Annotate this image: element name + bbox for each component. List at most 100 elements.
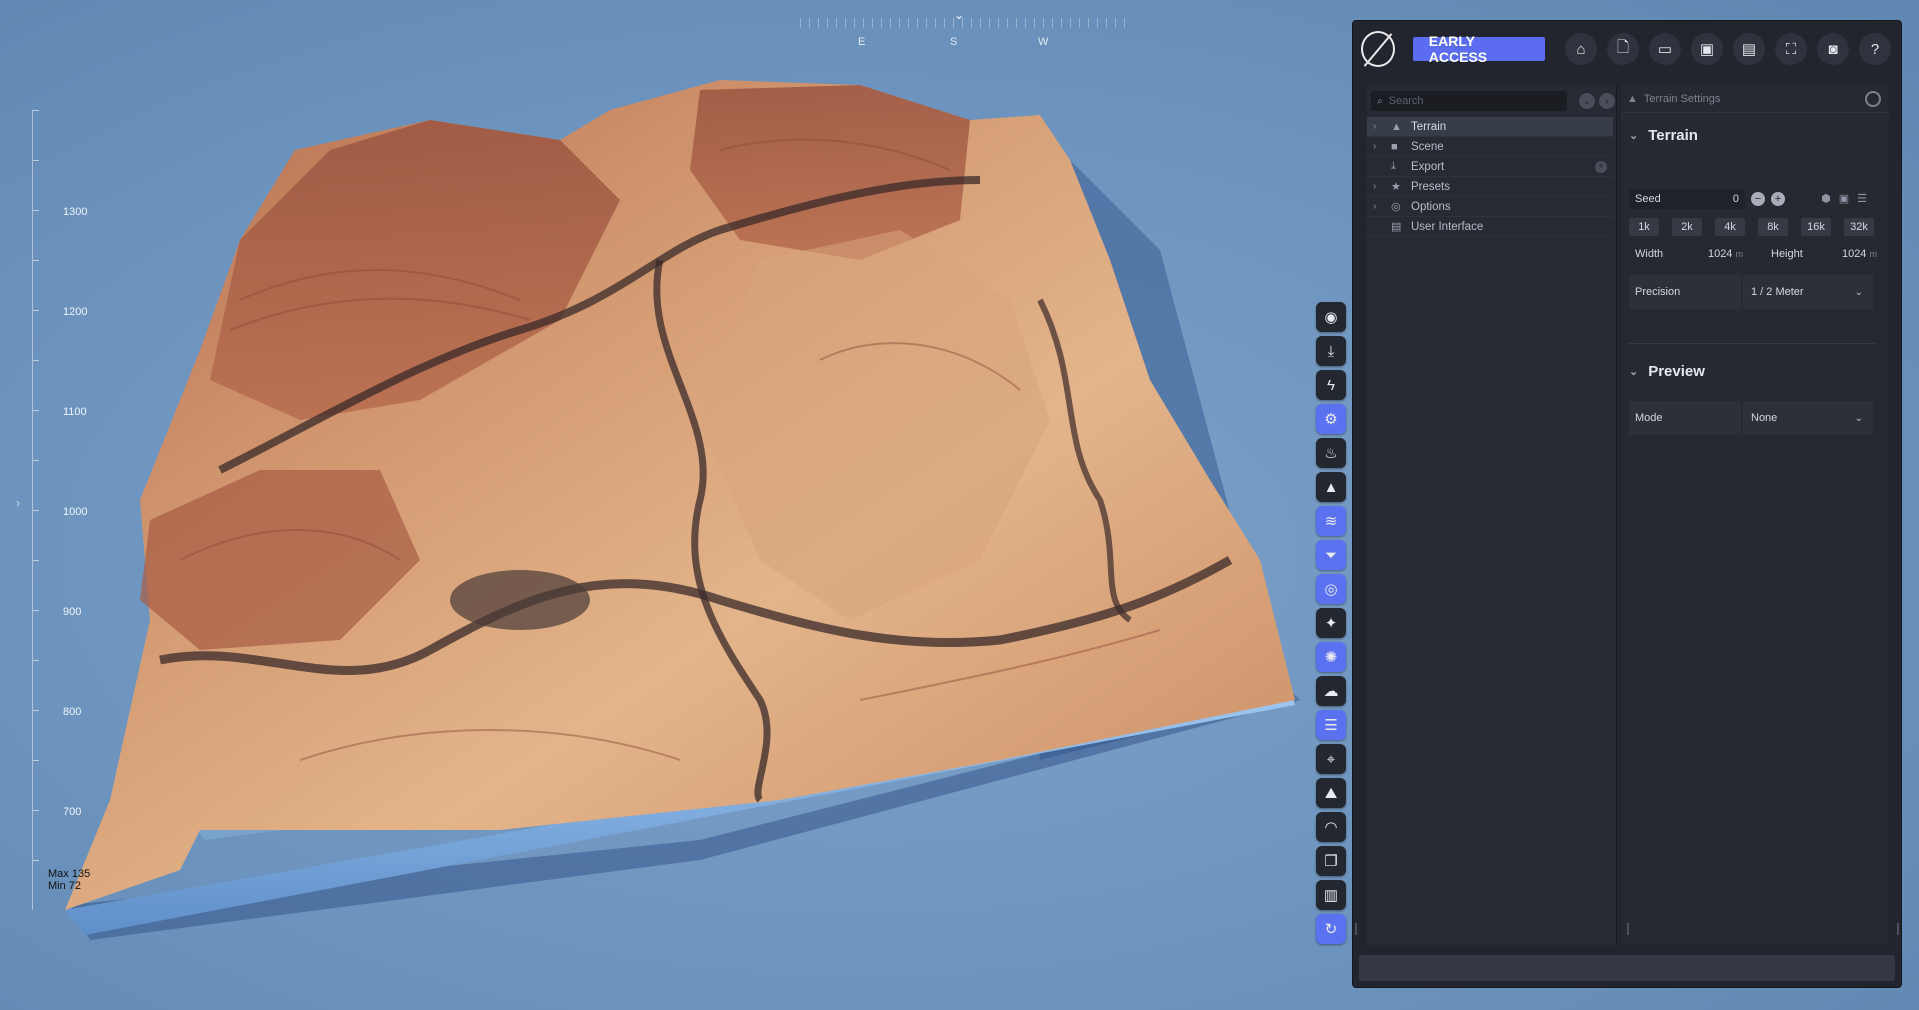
seed-save-icon[interactable]: ▣ xyxy=(1837,192,1851,206)
lines-tool-icon: ☰ xyxy=(1324,717,1338,734)
new-file-icon: 🗋 xyxy=(1616,38,1630,56)
refresh-tool-button[interactable]: ↻ xyxy=(1316,914,1346,944)
preview-section-toggle[interactable]: ⌄ Preview xyxy=(1629,363,1705,380)
cloud-tool-button[interactable]: ☁ xyxy=(1316,676,1346,706)
precision-select[interactable]: 1 / 2 Meter ⌄ xyxy=(1743,275,1873,309)
seed-list-icon[interactable]: ☰ xyxy=(1855,192,1869,206)
filter-tool-icon: ⏷ xyxy=(1324,546,1337,564)
rainbow-tool-button[interactable]: ◠ xyxy=(1316,812,1346,842)
mode-value: None xyxy=(1751,412,1778,424)
settings-header: ▲ Terrain Settings xyxy=(1621,85,1889,113)
expand-all-icon[interactable]: › xyxy=(1599,93,1615,109)
mode-label: Mode xyxy=(1629,401,1741,435)
elevation-ruler: 1300 1200 1100 1000 900 800 700 xyxy=(32,110,112,910)
panel-resize-handle[interactable] xyxy=(1355,923,1357,935)
seed-label: Seed xyxy=(1635,193,1661,205)
chevron-right-icon[interactable]: › xyxy=(1373,121,1385,132)
camera-icon: ◙ xyxy=(1828,40,1838,58)
dice-icon[interactable]: ⬢ xyxy=(1819,192,1833,206)
tree-item-scene[interactable]: › ■ Scene xyxy=(1367,137,1613,157)
settings-header-title: Terrain Settings xyxy=(1643,92,1721,105)
chevron-right-icon[interactable]: › xyxy=(1373,201,1385,212)
new-file-button[interactable]: 🗋 xyxy=(1607,33,1639,65)
chevron-right-icon[interactable]: › xyxy=(1373,141,1385,152)
resolution-4k-button[interactable]: 4k xyxy=(1715,218,1745,236)
tree-item-label: Presets xyxy=(1411,180,1450,193)
tree-item-presets[interactable]: › ★ Presets xyxy=(1367,177,1613,197)
fullscreen-button[interactable]: ⛶ xyxy=(1775,33,1807,65)
height-field[interactable]: 1024 m xyxy=(1831,248,1877,260)
tree-item-user-interface[interactable]: ▤ User Interface xyxy=(1367,217,1613,237)
mode-select[interactable]: None ⌄ xyxy=(1743,401,1873,435)
resolution-2k-button[interactable]: 2k xyxy=(1672,218,1702,236)
early-access-badge: EARLY ACCESS xyxy=(1412,33,1545,65)
ruler-label: 1000 xyxy=(63,506,88,518)
height-unit: m xyxy=(1869,249,1878,259)
compass-letter-east: E xyxy=(858,36,867,48)
seed-increment-button[interactable]: + xyxy=(1771,192,1785,206)
video-camera-icon: ■ xyxy=(1391,140,1398,153)
panel-resize-handle[interactable] xyxy=(1897,923,1899,935)
tree-search-input[interactable] xyxy=(1388,95,1549,107)
help-button[interactable]: ? xyxy=(1859,33,1891,65)
tree-item-label: Terrain xyxy=(1411,120,1447,133)
elevation-min-max: Max 135 Min 72 xyxy=(48,868,90,892)
horizon-tool-button[interactable]: ⛰ xyxy=(1316,778,1346,808)
width-field[interactable]: 1024 m xyxy=(1701,248,1743,260)
camera-button[interactable]: ◙ xyxy=(1817,33,1849,65)
chevron-right-icon[interactable]: › xyxy=(1373,181,1385,192)
lightning-tool-button[interactable]: ϟ xyxy=(1316,370,1346,400)
layers-tool-button[interactable]: ≋ xyxy=(1316,506,1346,536)
tree-item-terrain[interactable]: › ▲ Terrain xyxy=(1367,117,1613,137)
mountain-tool-icon: ▲ xyxy=(1323,478,1339,496)
terrain-section-toggle[interactable]: ⌄ Terrain xyxy=(1629,127,1698,144)
download-tool-button[interactable]: ⤓ xyxy=(1316,336,1346,366)
clone-tool-button[interactable]: ❐ xyxy=(1316,846,1346,876)
eye-tool-button[interactable]: ◎ xyxy=(1316,574,1346,604)
save-as-button[interactable]: ▤ xyxy=(1733,33,1765,65)
lines-tool-button[interactable]: ☰ xyxy=(1316,710,1346,740)
telescope-tool-icon: ⌖ xyxy=(1326,750,1336,768)
resolution-8k-button[interactable]: 8k xyxy=(1758,218,1788,236)
ruler-expand-chevron-icon[interactable]: › xyxy=(16,496,20,510)
fullscreen-icon: ⛶ xyxy=(1785,40,1797,58)
tree-item-options[interactable]: › ◎ Options xyxy=(1367,197,1613,217)
save-button[interactable]: ▣ xyxy=(1691,33,1723,65)
filter-tool-button[interactable]: ⏷ xyxy=(1316,540,1346,570)
target-icon[interactable] xyxy=(1865,91,1881,107)
ruler-label: 1200 xyxy=(63,306,88,318)
add-export-icon[interactable]: + xyxy=(1595,161,1607,173)
home-button[interactable]: ⌂ xyxy=(1565,33,1597,65)
chart-tool-button[interactable]: ▥ xyxy=(1316,880,1346,910)
panel-topbar: EARLY ACCESS ⌂ 🗋 ▭ ▣ ▤ ⛶ ◙? xyxy=(1353,21,1901,77)
chevron-down-icon: ⌄ xyxy=(1854,412,1863,424)
user-interface-icon: ▤ xyxy=(1391,221,1402,233)
sun-tool-icon: ✺ xyxy=(1324,649,1338,666)
resolution-32k-button[interactable]: 32k xyxy=(1844,218,1874,236)
open-folder-button[interactable]: ▭ xyxy=(1649,33,1681,65)
collapse-all-icon[interactable]: ⌄ xyxy=(1579,93,1595,109)
mountain-tool-button[interactable]: ▲ xyxy=(1316,472,1346,502)
panel-resize-handle[interactable] xyxy=(1627,923,1629,935)
fire-tool-icon: ♨ xyxy=(1324,445,1338,462)
target-tool-button[interactable]: ◉ xyxy=(1316,302,1346,332)
control-panel: EARLY ACCESS ⌂ 🗋 ▭ ▣ ▤ ⛶ ◙? ⌕ ⌄ › › ▲ Terrain › ■ S… xyxy=(1352,20,1902,988)
telescope-tool-button[interactable]: ⌖ xyxy=(1316,744,1346,774)
fire-tool-button[interactable]: ♨ xyxy=(1316,438,1346,468)
resolution-1k-button[interactable]: 1k xyxy=(1629,218,1659,236)
cogs-tool-button[interactable]: ⚙ xyxy=(1316,404,1346,434)
compass-needle-icon: ⌄ xyxy=(954,8,965,22)
compass-ticks xyxy=(800,18,1130,28)
tool-column: ◉ ⤓ ϟ ⚙ ♨ ▲ ≋ ⏷ ◎ ✦ ✺ ☁ ☰ ⌖ ⛰ ◠ ❐ ▥ ↻ xyxy=(1316,302,1346,948)
eye-tool-icon: ◎ xyxy=(1324,581,1338,598)
seed-decrement-button[interactable]: − xyxy=(1751,192,1765,206)
tree-item-label: User Interface xyxy=(1411,220,1484,233)
chevron-down-icon: ⌄ xyxy=(1854,286,1863,298)
tree-item-export[interactable]: ⤓ Export + xyxy=(1367,157,1613,177)
lightning-tool-icon: ϟ xyxy=(1327,376,1335,394)
chevron-down-icon: ⌄ xyxy=(1629,366,1639,378)
resolution-16k-button[interactable]: 16k xyxy=(1801,218,1831,236)
sparkle-tool-icon: ✦ xyxy=(1324,615,1338,632)
sun-tool-button[interactable]: ✺ xyxy=(1316,642,1346,672)
sparkle-tool-button[interactable]: ✦ xyxy=(1316,608,1346,638)
